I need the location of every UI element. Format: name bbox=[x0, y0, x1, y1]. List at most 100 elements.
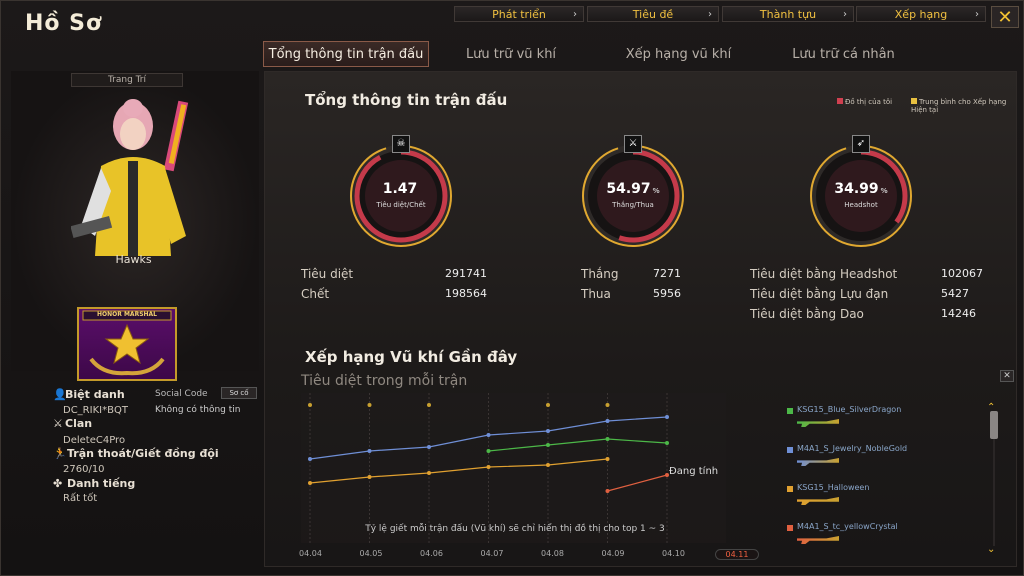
headshot-kills-value: 102067 bbox=[941, 267, 983, 280]
social-code-label: Social Code bbox=[155, 389, 208, 399]
decor-button[interactable]: Trang Trí bbox=[71, 73, 183, 87]
deaths-label: Chết bbox=[301, 287, 330, 301]
gauge-value: 54.97% bbox=[578, 181, 688, 197]
close-button[interactable]: ✕ bbox=[991, 6, 1019, 28]
data-point[interactable] bbox=[605, 457, 610, 461]
x-tick-label: 04.08 bbox=[541, 549, 564, 558]
clan-label: Clan bbox=[65, 417, 93, 430]
tab-personal-storage[interactable]: Lưu trữ cá nhân bbox=[776, 41, 911, 67]
escape-value: 2760/10 bbox=[63, 464, 105, 475]
rifle-icon: ➶ bbox=[852, 135, 870, 153]
weapon-name[interactable]: M4A1_S_Jewelry_NobleGold bbox=[797, 444, 907, 453]
data-point[interactable] bbox=[486, 449, 491, 453]
chevron-right-icon: › bbox=[843, 8, 847, 20]
data-point[interactable] bbox=[605, 489, 610, 493]
rank-badge: HONOR MARSHAL bbox=[77, 307, 177, 381]
scroll-down-icon[interactable]: ⌄ bbox=[987, 544, 995, 555]
weapon-color-swatch bbox=[787, 447, 793, 453]
gauge-unit: % bbox=[880, 187, 888, 195]
kills-per-match-title: Tiêu diệt trong mỗi trận bbox=[301, 373, 468, 389]
reputation-label: Danh tiếng bbox=[67, 477, 136, 490]
nav-label: Tiêu đề bbox=[632, 7, 674, 21]
x-tick-label: 04.10 bbox=[662, 549, 685, 558]
gauge-0: ☠ 1.47 Tiêu diệt/Chết bbox=[346, 135, 456, 251]
weapon-list: KSG15_Blue_SilverDragon M4A1_S_Jewelry_No… bbox=[781, 401, 991, 551]
data-point[interactable] bbox=[546, 443, 550, 447]
losses-label: Thua bbox=[581, 287, 611, 301]
data-point[interactable] bbox=[665, 415, 669, 419]
knife-kills-label: Tiêu diệt bằng Dao bbox=[750, 307, 864, 321]
social-code-button[interactable]: Sơ cố bbox=[221, 387, 257, 399]
nav-label: Phát triển bbox=[492, 7, 546, 21]
data-point[interactable] bbox=[605, 419, 610, 423]
gauge-label: Thắng/Thua bbox=[612, 201, 654, 209]
nav-ranking-button[interactable]: Xếp hạng › bbox=[856, 6, 986, 22]
chart-note: Tỷ lệ giết mỗi trận đấu (Vũ khí) sẽ chỉ … bbox=[365, 524, 665, 534]
gauge-value: 34.99% bbox=[806, 181, 916, 197]
no-info-text: Không có thông tin bbox=[155, 405, 241, 415]
data-point[interactable] bbox=[427, 471, 431, 475]
runner-icon: 🏃 bbox=[53, 447, 67, 460]
weapon-ranking-title: Xếp hạng Vũ khí Gần đây bbox=[305, 348, 518, 366]
x-tick-label: 04.09 bbox=[601, 549, 625, 558]
honor-marshal-emblem bbox=[82, 310, 172, 376]
data-point[interactable] bbox=[308, 457, 312, 461]
close-icon: ✕ bbox=[997, 6, 1013, 28]
tab-weapon-storage[interactable]: Lưu trữ vũ khí bbox=[451, 41, 571, 67]
tab-match-summary[interactable]: Tổng thông tin trận đấu bbox=[263, 41, 429, 67]
gauge-label: Headshot bbox=[844, 201, 878, 209]
weapon-color-swatch bbox=[787, 486, 793, 492]
nav-title-button[interactable]: Tiêu đề › bbox=[587, 6, 719, 22]
nav-achievement-button[interactable]: Thành tựu › bbox=[722, 6, 854, 22]
legend-avg: Trung bình cho Xếp hạng Hiện tại bbox=[911, 98, 1011, 114]
nav-label: Xếp hạng bbox=[894, 7, 948, 21]
profile-window: Hồ Sơ Phát triển › Tiêu đề › Thành tựu › Xế… bbox=[0, 0, 1024, 576]
weapon-name[interactable]: KSG15_Blue_SilverDragon bbox=[797, 405, 901, 414]
clan-icon: ⚔ bbox=[53, 417, 63, 430]
top-marker bbox=[367, 403, 372, 407]
gauge-number: 1.47 bbox=[382, 181, 418, 197]
weapon-name[interactable]: M4A1_S_tc_yellowCrystal bbox=[797, 522, 898, 531]
summary-title: Tổng thông tin trận đấu bbox=[305, 91, 508, 109]
data-point[interactable] bbox=[367, 475, 372, 479]
scrollbar-thumb[interactable] bbox=[990, 411, 998, 439]
knife-kills-value: 14246 bbox=[941, 307, 976, 320]
data-point[interactable] bbox=[605, 437, 610, 441]
grenade-kills-value: 5427 bbox=[941, 287, 969, 300]
kills-label: Tiêu diệt bbox=[301, 267, 354, 281]
nav-development-button[interactable]: Phát triển › bbox=[454, 6, 584, 22]
data-point[interactable] bbox=[486, 465, 491, 469]
window-title: Hồ Sơ bbox=[25, 11, 103, 36]
chevron-right-icon: › bbox=[573, 8, 577, 20]
data-point[interactable] bbox=[367, 449, 372, 453]
top-marker bbox=[605, 403, 610, 407]
weapon-color-swatch bbox=[787, 408, 793, 414]
weapon-color-swatch bbox=[787, 525, 793, 531]
reputation-icon: ✤ bbox=[53, 477, 63, 490]
top-marker bbox=[308, 403, 312, 407]
wins-value: 7271 bbox=[653, 267, 681, 280]
x-tick-label[interactable]: 04.11 bbox=[714, 549, 760, 560]
gauge-2: ➶ 34.99% Headshot bbox=[806, 135, 916, 251]
chevron-right-icon: › bbox=[975, 8, 979, 20]
wins-label: Thắng bbox=[581, 267, 619, 281]
data-point[interactable] bbox=[486, 433, 491, 437]
tab-weapon-ranking[interactable]: Xếp hạng vũ khí bbox=[611, 41, 746, 67]
weapon-name[interactable]: KSG15_Halloween bbox=[797, 483, 869, 492]
top-marker bbox=[427, 403, 431, 407]
gauge-number: 54.97 bbox=[606, 181, 651, 197]
skull-icon: ☠ bbox=[392, 135, 410, 153]
scroll-up-icon[interactable]: ⌃ bbox=[987, 402, 995, 413]
collapse-button[interactable]: ✕ bbox=[1000, 370, 1014, 382]
data-point[interactable] bbox=[427, 445, 431, 449]
chevron-right-icon: › bbox=[708, 8, 712, 20]
data-point[interactable] bbox=[665, 441, 669, 445]
weapon-thumbnail bbox=[797, 458, 839, 466]
data-point[interactable] bbox=[546, 429, 550, 433]
data-point[interactable] bbox=[546, 463, 550, 467]
top-marker bbox=[546, 403, 550, 407]
reputation-value: Rất tốt bbox=[63, 493, 98, 504]
legend-avg-label: Trung bình cho Xếp hạng Hiện tại bbox=[911, 98, 1007, 114]
data-point[interactable] bbox=[308, 481, 312, 485]
character-name: Hawks bbox=[115, 253, 152, 266]
